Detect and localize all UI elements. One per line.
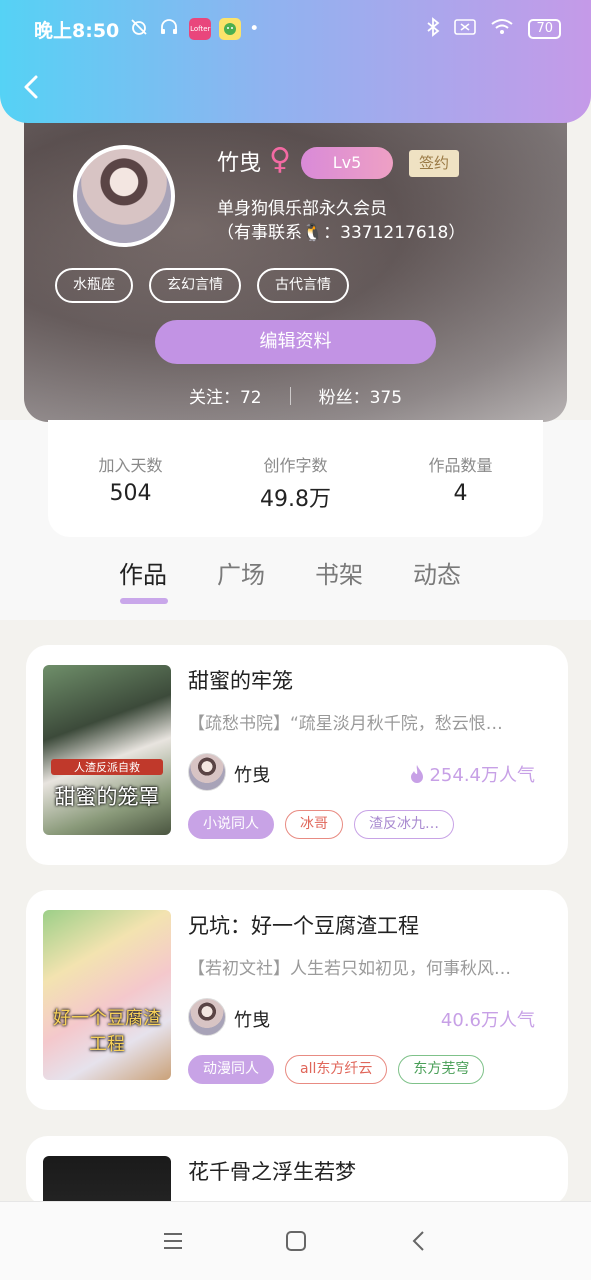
lofter-app-icon: Lofter — [189, 18, 212, 40]
wifi-icon — [490, 18, 514, 41]
menu-icon[interactable] — [158, 1226, 188, 1256]
work-card[interactable]: 人渣反派自救 甜蜜的笼罩 甜蜜的牢笼 【疏愁书院】“疏星淡月秋千院，愁云恨… 竹… — [26, 645, 568, 865]
system-nav-bar — [0, 1201, 591, 1280]
alarm-off-icon — [129, 17, 149, 42]
work-description: 【疏愁书院】“疏星淡月秋千院，愁云恨… — [188, 714, 503, 734]
work-tag[interactable]: 东方芜穹 — [398, 1055, 485, 1084]
popularity-value: 254.4万人气 — [429, 765, 535, 786]
author-avatar — [188, 753, 226, 791]
stat-value: 504 — [109, 481, 152, 506]
work-tag[interactable]: 冰哥 — [285, 810, 343, 839]
signed-badge: 签约 — [409, 150, 459, 177]
work-title[interactable]: 兄坑：好一个豆腐渣工程 — [188, 910, 419, 940]
cover-title: 好一个豆腐渣工程 — [53, 1008, 161, 1055]
stat-value: 4 — [453, 481, 468, 506]
bio-line-1: 单身狗俱乐部永久会员 — [217, 199, 387, 219]
status-time: 晚上8:50 — [34, 19, 120, 42]
author-name: 竹曳 — [234, 1010, 270, 1031]
work-title[interactable]: 甜蜜的牢笼 — [188, 665, 293, 695]
work-description: 【若初文社】人生若只如初见，何事秋风… — [188, 959, 511, 979]
stat-works-count: 作品数量 4 — [378, 420, 543, 537]
follow-stats: 关注：72 粉丝：375 — [24, 383, 567, 408]
author-avatar — [188, 998, 226, 1036]
header-bar: 晚上8:50 Lofter • 70 — [0, 0, 591, 123]
profile-tag[interactable]: 古代言情 — [257, 268, 349, 303]
cover-subtitle: 人渣反派自救 — [51, 759, 163, 775]
profile-card: 竹曳 ♀ Lv5 签约 单身狗俱乐部永久会员 （有事联系🐧：3371217618… — [24, 100, 567, 422]
stats-card: 加入天数 504 创作字数 49.8万 作品数量 4 — [48, 420, 543, 537]
work-tag[interactable]: 动漫同人 — [188, 1055, 274, 1084]
profile-tag[interactable]: 水瓶座 — [55, 268, 133, 303]
work-title[interactable]: 花千骨之浮生若梦 — [188, 1156, 356, 1186]
stat-label: 创作字数 — [263, 456, 328, 475]
popularity: 254.4万人气 — [409, 761, 535, 787]
profile-tags: 水瓶座 玄幻言情 古代言情 — [55, 268, 349, 303]
work-cover: 好一个豆腐渣工程 — [43, 910, 171, 1080]
sim-off-icon — [454, 18, 477, 41]
dot-icon: • — [249, 19, 260, 39]
bio-line-2: （有事联系🐧：3371217618） — [217, 223, 466, 243]
female-icon: ♀ — [269, 142, 291, 177]
profile-tag[interactable]: 玄幻言情 — [149, 268, 241, 303]
tab-works[interactable]: 作品 — [119, 555, 167, 590]
author-name: 竹曳 — [234, 765, 270, 786]
profile-name: 竹曳 — [217, 151, 262, 176]
battery-indicator: 70 — [528, 19, 561, 39]
divider — [289, 386, 291, 405]
stat-join-days: 加入天数 504 — [48, 420, 213, 537]
work-card[interactable]: 花千骨之浮生若梦 — [26, 1136, 568, 1206]
work-tag[interactable]: 渣反冰九… — [354, 810, 454, 839]
popularity-value: 40.6万人气 — [440, 1010, 535, 1031]
work-tags: 动漫同人 all东方纤云 东方芜穹 — [188, 1055, 485, 1084]
back-nav-icon[interactable] — [405, 1226, 435, 1256]
following-count[interactable]: 关注：72 — [189, 383, 262, 408]
back-button[interactable] — [20, 72, 44, 102]
work-card[interactable]: 好一个豆腐渣工程 兄坑：好一个豆腐渣工程 【若初文社】人生若只如初见，何事秋风…… — [26, 890, 568, 1110]
work-tag[interactable]: all东方纤云 — [285, 1055, 388, 1084]
work-cover — [43, 1156, 171, 1206]
cover-title: 甜蜜的笼罩 — [54, 785, 160, 809]
stat-label: 作品数量 — [428, 456, 493, 475]
active-tab-indicator — [120, 598, 168, 604]
stat-value: 49.8万 — [260, 487, 331, 512]
avatar[interactable] — [73, 145, 175, 247]
stat-word-count: 创作字数 49.8万 — [213, 420, 378, 537]
status-bar: 晚上8:50 Lofter • 70 — [34, 14, 561, 44]
chat-app-icon — [219, 18, 242, 40]
home-icon[interactable] — [281, 1226, 311, 1256]
tab-bar: 作品 广场 书架 动态 — [119, 555, 461, 590]
work-tag[interactable]: 小说同人 — [188, 810, 274, 839]
edit-profile-button[interactable]: 编辑资料 — [155, 320, 436, 364]
tab-bookshelf[interactable]: 书架 — [315, 555, 363, 590]
level-badge[interactable]: Lv5 — [301, 147, 393, 179]
tab-square[interactable]: 广场 — [217, 555, 265, 590]
work-tags: 小说同人 冰哥 渣反冰九… — [188, 810, 454, 839]
work-cover: 人渣反派自救 甜蜜的笼罩 — [43, 665, 171, 835]
tab-activity[interactable]: 动态 — [413, 555, 461, 590]
followers-count[interactable]: 粉丝：375 — [319, 383, 402, 408]
headset-icon — [159, 17, 179, 42]
bluetooth-icon — [426, 16, 440, 42]
fire-icon — [411, 765, 424, 783]
popularity: 40.6万人气 — [441, 1006, 535, 1032]
stat-label: 加入天数 — [98, 456, 163, 475]
